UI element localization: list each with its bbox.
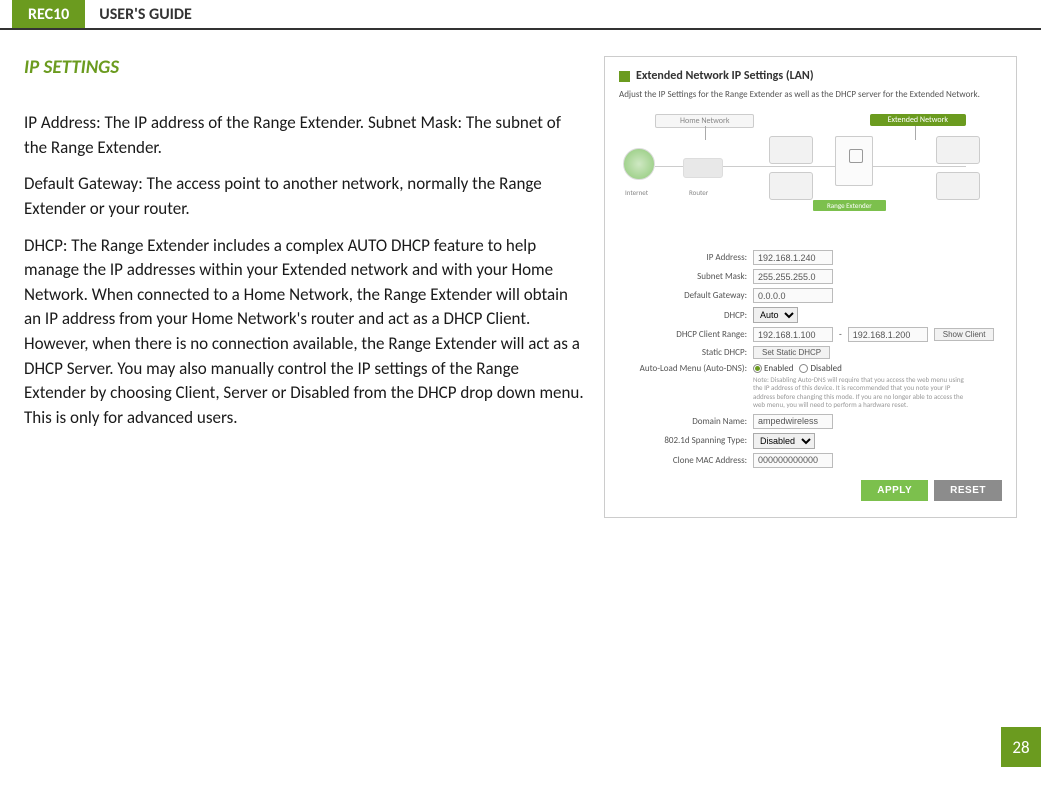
range-extender-icon (835, 136, 873, 186)
row-domain: Domain Name: (619, 414, 1002, 429)
radio-enabled[interactable]: Enabled (753, 363, 793, 374)
label-static-dhcp: Static DHCP: (619, 347, 747, 358)
network-diagram: Home Network Extended Network Internet R… (619, 114, 1002, 234)
apply-button[interactable]: APPLY (861, 480, 928, 501)
extended-network-label: Extended Network (870, 114, 966, 126)
laptop-icon (769, 172, 813, 200)
radio-dot-icon (799, 364, 808, 373)
input-dhcp-range-to[interactable] (848, 327, 928, 342)
laptop-icon (936, 172, 980, 200)
reset-button[interactable]: RESET (934, 480, 1002, 501)
input-clone-mac[interactable] (753, 453, 833, 468)
row-dhcp-range: DHCP Client Range: - Show Client (619, 327, 1002, 342)
panel-title: Extended Network IP Settings (LAN) (619, 69, 1002, 83)
row-ip-address: IP Address: (619, 250, 1002, 265)
radio-dot-icon (753, 364, 762, 373)
input-gateway[interactable] (753, 288, 833, 303)
paragraph-gateway: Default Gateway: The access point to ano… (24, 172, 584, 221)
label-dhcp-range: DHCP Client Range: (619, 329, 747, 340)
input-subnet[interactable] (753, 269, 833, 284)
label-clone-mac: Clone MAC Address: (619, 455, 747, 466)
label-dhcp: DHCP: (619, 310, 747, 321)
input-dhcp-range-from[interactable] (753, 327, 833, 342)
paragraph-dhcp: DHCP: The Range Extender includes a comp… (24, 234, 584, 431)
radio-enabled-label: Enabled (764, 363, 793, 374)
label-subnet: Subnet Mask: (619, 271, 747, 282)
internet-icon (623, 148, 655, 180)
row-auto-dns: Auto-Load Menu (Auto-DNS): Enabled Disab… (619, 363, 1002, 374)
label-ip-address: IP Address: (619, 252, 747, 263)
row-subnet: Subnet Mask: (619, 269, 1002, 284)
page-number: 28 (1001, 727, 1041, 767)
range-extender-chip: Range Extender (813, 200, 886, 211)
select-spanning[interactable]: Disabled (753, 433, 815, 449)
select-dhcp[interactable]: Auto (753, 307, 798, 323)
panel-title-text: Extended Network IP Settings (LAN) (636, 69, 814, 83)
show-client-button[interactable]: Show Client (934, 328, 995, 341)
router-caption: Router (689, 188, 708, 197)
connector-line (655, 166, 835, 167)
auto-dns-note: Note: Disabling Auto-DNS will require th… (753, 376, 973, 410)
page-content: IP SETTINGS IP Address: The IP address o… (0, 30, 1041, 518)
form-actions: APPLY RESET (619, 480, 1002, 501)
input-ip-address[interactable] (753, 250, 833, 265)
label-domain: Domain Name: (619, 416, 747, 427)
paragraph-ip-subnet: IP Address: The IP address of the Range … (24, 111, 584, 160)
laptop-icon (769, 136, 813, 164)
row-static-dhcp: Static DHCP: Set Static DHCP (619, 346, 1002, 359)
guide-title: USER'S GUIDE (85, 0, 206, 28)
settings-form: IP Address: Subnet Mask: Default Gateway… (619, 250, 1002, 501)
product-tab: REC10 (12, 0, 85, 28)
label-spanning: 802.1d Spanning Type: (619, 435, 747, 446)
text-column: IP SETTINGS IP Address: The IP address o… (24, 56, 584, 518)
connector-line (915, 126, 916, 140)
row-gateway: Default Gateway: (619, 288, 1002, 303)
section-heading: IP SETTINGS (24, 56, 584, 79)
router-icon (683, 158, 723, 178)
page-header: REC10 USER'S GUIDE (0, 0, 1041, 30)
label-gateway: Default Gateway: (619, 290, 747, 301)
row-clone-mac: Clone MAC Address: (619, 453, 1002, 468)
label-auto-dns: Auto-Load Menu (Auto-DNS): (619, 363, 747, 374)
radio-disabled-label: Disabled (810, 363, 841, 374)
connector-line (705, 126, 706, 140)
square-icon (619, 71, 630, 82)
row-dhcp: DHCP: Auto (619, 307, 1002, 323)
internet-caption: Internet (625, 188, 648, 197)
set-static-dhcp-button[interactable]: Set Static DHCP (753, 346, 830, 359)
row-spanning: 802.1d Spanning Type: Disabled (619, 433, 1002, 449)
settings-screenshot: Extended Network IP Settings (LAN) Adjus… (604, 56, 1017, 518)
panel-subtitle: Adjust the IP Settings for the Range Ext… (619, 89, 1002, 100)
laptop-icon (936, 136, 980, 164)
input-domain[interactable] (753, 414, 833, 429)
radio-disabled[interactable]: Disabled (799, 363, 841, 374)
range-separator: - (839, 329, 842, 340)
